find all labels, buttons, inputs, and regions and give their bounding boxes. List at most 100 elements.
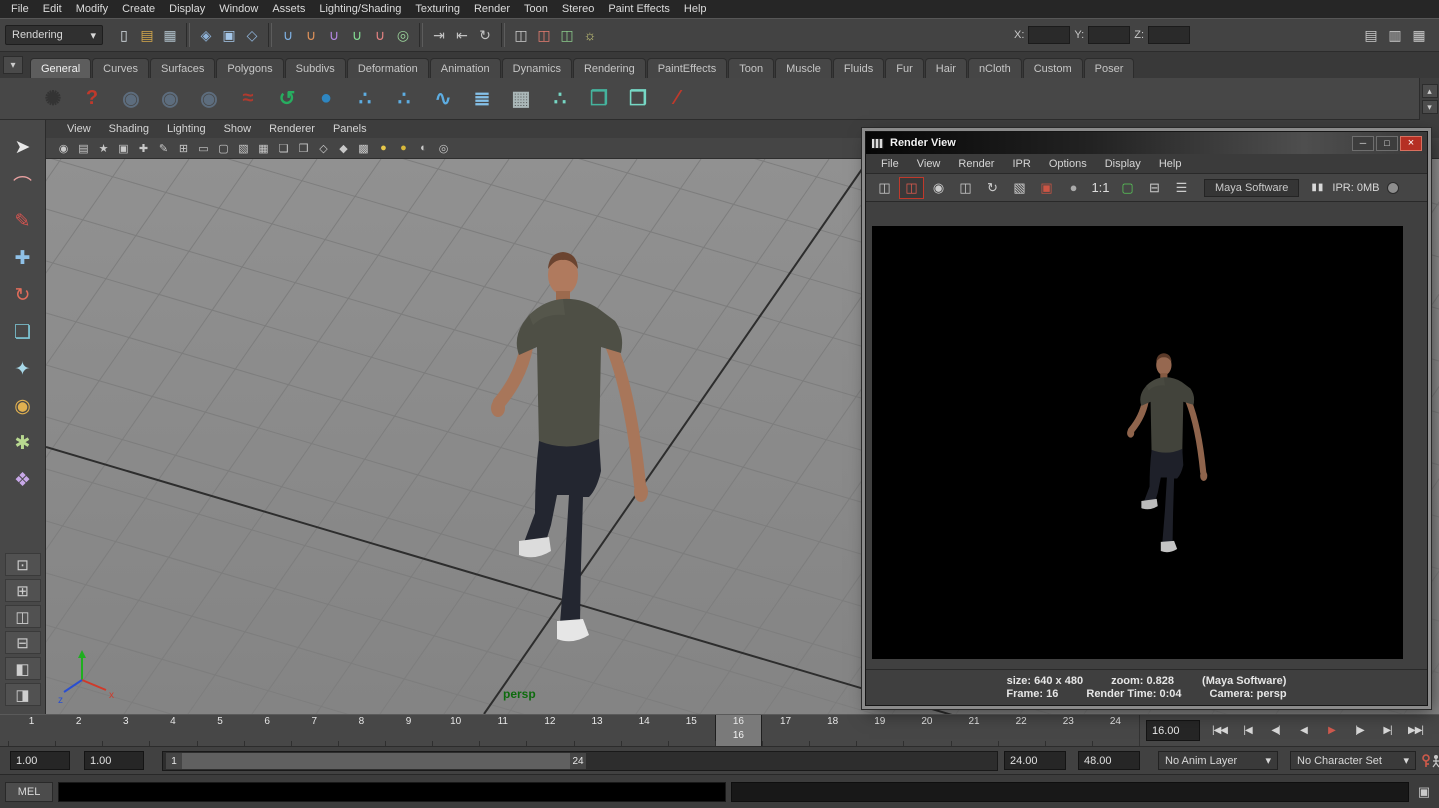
render-view-menu-item[interactable]: Options: [1040, 158, 1096, 170]
menu-item[interactable]: Lighting/Shading: [312, 1, 408, 17]
maximize-button[interactable]: □: [1376, 136, 1398, 151]
shelf-tab[interactable]: Fluids: [833, 58, 884, 78]
field-chart-icon[interactable]: ▦: [254, 140, 273, 157]
snap-to-grid-icon[interactable]: ∪: [277, 24, 299, 46]
timeline-frame-cell[interactable]: 18: [809, 715, 856, 747]
grease-pencil-icon[interactable]: ✎: [154, 140, 173, 157]
snap-to-curve-icon[interactable]: ∪: [300, 24, 322, 46]
timeline-frame-cell[interactable]: 19: [856, 715, 903, 747]
minimize-button[interactable]: ─: [1352, 136, 1374, 151]
playback-range-bar[interactable]: 1 24: [166, 753, 586, 769]
go-to-end-button[interactable]: ▶▶|: [1402, 718, 1429, 743]
single-pane-layout-icon[interactable]: ⊡: [5, 553, 41, 576]
2d-pan-zoom-icon[interactable]: ✚: [134, 140, 153, 157]
camera-attributes-icon[interactable]: ▤: [74, 140, 93, 157]
anim-layer-dropdown[interactable]: No Anim Layer ▾: [1158, 751, 1278, 770]
nurbs-sphere-icon[interactable]: ●: [309, 82, 343, 116]
show-manipulator-tool-icon[interactable]: ✱: [5, 426, 41, 460]
shelf-tab[interactable]: Fur: [885, 58, 924, 78]
shelf-tab[interactable]: Dynamics: [502, 58, 572, 78]
open-render-view-icon[interactable]: ◫: [510, 24, 532, 46]
open-scene-icon[interactable]: ▤: [136, 24, 158, 46]
lasso-select-tool-icon[interactable]: ⌒: [5, 167, 41, 201]
soft-modification-tool-icon[interactable]: ◉: [5, 389, 41, 423]
render-settings-icon[interactable]: ☼: [579, 24, 601, 46]
menu-item[interactable]: Stereo: [555, 1, 601, 17]
snap-to-projected-center-icon[interactable]: ∪: [346, 24, 368, 46]
y-coordinate-input[interactable]: [1088, 26, 1130, 44]
panel-menu-item[interactable]: Renderer: [260, 123, 324, 135]
graph-editor-icon[interactable]: ∿: [426, 82, 460, 116]
shelf-scroll-up-icon[interactable]: ▴: [1422, 84, 1438, 98]
panel-menu-item[interactable]: Show: [215, 123, 261, 135]
timeline-frame-cell[interactable]: 10: [432, 715, 479, 747]
render-view-menu-item[interactable]: View: [908, 158, 950, 170]
shelf-tab[interactable]: General: [30, 58, 91, 78]
timeline-frame-cell[interactable]: 16 16: [715, 715, 762, 747]
shelf-tab[interactable]: Animation: [430, 58, 501, 78]
animation-end-field[interactable]: 48.00: [1078, 751, 1140, 770]
menu-item[interactable]: Window: [212, 1, 265, 17]
select-camera-icon[interactable]: ◉: [54, 140, 73, 157]
shelf-tab[interactable]: Hair: [925, 58, 967, 78]
ipr-render-button[interactable]: ◫: [953, 177, 978, 199]
render-button[interactable]: ◫: [872, 177, 897, 199]
character-set-dropdown[interactable]: No Character Set ▾: [1290, 751, 1416, 770]
panel-menu-item[interactable]: Shading: [100, 123, 158, 135]
render-settings-button[interactable]: ☰: [1169, 177, 1194, 199]
shelf-tab[interactable]: Poser: [1084, 58, 1135, 78]
safe-action-icon[interactable]: ❏: [274, 140, 293, 157]
select-by-component-icon[interactable]: ◇: [241, 24, 263, 46]
ipr-pause-icon[interactable]: ▮▮: [1311, 182, 1324, 193]
render-view-menu-item[interactable]: Help: [1150, 158, 1191, 170]
rendered-image[interactable]: [872, 226, 1403, 659]
timeline-frame-cell[interactable]: 1: [8, 715, 55, 747]
timeline-frame-cell[interactable]: 15: [668, 715, 715, 747]
menu-item[interactable]: Assets: [265, 1, 312, 17]
script-editor-icon[interactable]: ▣: [1414, 782, 1434, 802]
channel-box-toggle-icon[interactable]: ▦: [1408, 24, 1430, 46]
current-renderer-label[interactable]: Maya Software: [1204, 179, 1299, 197]
shelf-tab[interactable]: Toon: [728, 58, 774, 78]
camera-side-icon[interactable]: ◉: [192, 82, 226, 116]
select-by-hierarchy-icon[interactable]: ◈: [195, 24, 217, 46]
go-to-start-button[interactable]: |◀◀: [1206, 718, 1233, 743]
range-start-handle[interactable]: 1: [166, 753, 182, 769]
make-object-live-icon[interactable]: ◎: [392, 24, 414, 46]
safe-title-icon[interactable]: ❒: [294, 140, 313, 157]
keep-image-button[interactable]: ⊟: [1142, 177, 1167, 199]
timeline-frame-cell[interactable]: 4: [149, 715, 196, 747]
input-connections-icon[interactable]: ⇥: [428, 24, 450, 46]
current-time-field[interactable]: 16.00: [1146, 720, 1200, 741]
panel-menu-item[interactable]: View: [58, 123, 100, 135]
z-coordinate-input[interactable]: [1148, 26, 1190, 44]
shelf-tab-selector-icon[interactable]: ▾: [3, 56, 23, 74]
ipr-region-button[interactable]: ▧: [1007, 177, 1032, 199]
last-tool-icon[interactable]: ❖: [5, 463, 41, 497]
paint-effects-icon[interactable]: ≈: [231, 82, 265, 116]
render-view-menu-item[interactable]: IPR: [1003, 158, 1039, 170]
render-view-menu-item[interactable]: File: [872, 158, 908, 170]
shadows-icon[interactable]: ●: [394, 140, 413, 157]
shelf-scroll-down-icon[interactable]: ▾: [1422, 100, 1438, 114]
ipr-render-icon[interactable]: ◫: [556, 24, 578, 46]
alpha-channel-button[interactable]: ●: [1061, 177, 1086, 199]
timeline-frame-cell[interactable]: 9: [385, 715, 432, 747]
delete-history-icon[interactable]: ⁄: [660, 82, 694, 116]
playback-start-field[interactable]: 1.00: [84, 751, 144, 770]
timeline-frame-cell[interactable]: 17: [762, 715, 809, 747]
timeline-frame-cell[interactable]: 20: [903, 715, 950, 747]
close-button[interactable]: ×: [1400, 136, 1422, 151]
timeline-frame-cell[interactable]: 3: [102, 715, 149, 747]
rotate-tool-icon[interactable]: ↻: [5, 278, 41, 312]
image-plane-icon[interactable]: ▣: [114, 140, 133, 157]
render-current-frame-icon[interactable]: ◫: [533, 24, 555, 46]
construction-history-icon[interactable]: ↻: [474, 24, 496, 46]
shelf-tab[interactable]: Deformation: [347, 58, 429, 78]
use-all-lights-icon[interactable]: ●: [374, 140, 393, 157]
panel-menu-item[interactable]: Lighting: [158, 123, 215, 135]
timeline-frame-cell[interactable]: 6: [244, 715, 291, 747]
four-pane-layout-icon[interactable]: ⊞: [5, 579, 41, 602]
timeline-frame-cell[interactable]: 12: [526, 715, 573, 747]
animation-start-field[interactable]: 1.00: [10, 751, 70, 770]
